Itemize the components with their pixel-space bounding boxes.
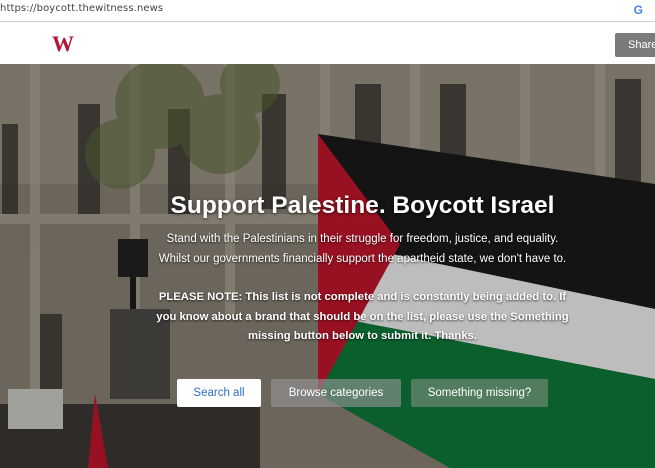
hero-note: PLEASE NOTE: This list is not complete a… — [156, 291, 569, 342]
hero-description: Stand with the Palestinians in their str… — [158, 233, 567, 265]
hero-section: Support Palestine. Boycott Israel Stand … — [0, 64, 655, 468]
search-all-button[interactable]: Search all — [177, 379, 261, 407]
site-logo[interactable]: W — [52, 31, 74, 57]
hero-title: Support Palestine. Boycott Israel — [170, 192, 555, 219]
google-icon[interactable]: G — [634, 3, 643, 17]
something-missing-button[interactable]: Something missing? — [411, 379, 548, 407]
share-button[interactable]: Share — [615, 33, 655, 57]
site-header: W Share — [0, 22, 655, 64]
browser-address-bar[interactable]: https://boycott.thewitness.news G — [0, 0, 655, 22]
browse-categories-button[interactable]: Browse categories — [271, 379, 401, 407]
url-text[interactable]: https://boycott.thewitness.news — [0, 3, 163, 14]
